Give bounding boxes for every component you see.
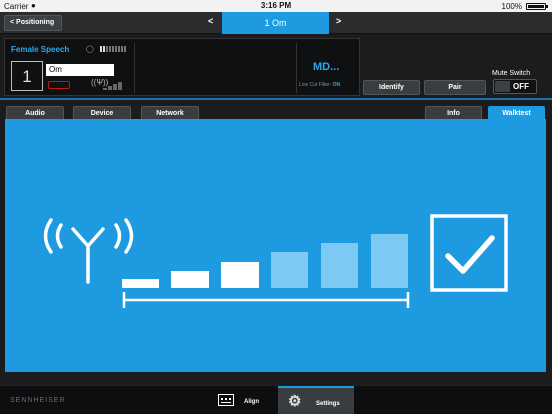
brand-logo: SENNHEISER [10,397,66,404]
status-bar: Carrier ● 3:16 PM 100% [0,0,552,12]
mic-battery-icon: ◯ [86,46,94,53]
mute-indicator [48,81,70,89]
top-navigation: < Positioning < 1 Om > [0,12,552,34]
signal-bar [321,243,358,288]
mute-switch-toggle[interactable]: OFF [493,79,537,94]
panel-divider [134,43,135,93]
device-name-field[interactable]: Om [46,64,114,76]
low-cut-value: ON [332,82,341,88]
low-cut-label: Low Cut Filter: [299,82,332,88]
mute-switch-label: Mute Switch [492,70,531,77]
channel-title: 1 Om [222,12,329,34]
rf-level-meter [103,81,122,90]
align-icon [218,394,234,406]
signal-bar [221,262,259,288]
tab-audio[interactable]: Audio [6,106,64,120]
back-button[interactable]: < Positioning [4,15,62,31]
walktest-graphic [43,214,508,308]
bottom-tab-settings[interactable]: ⚙ Settings [278,386,354,414]
gear-icon: ⚙ [288,393,302,410]
next-channel-button[interactable]: > [336,16,341,26]
toggle-knob [495,81,510,92]
tab-info[interactable]: Info [425,106,482,120]
tab-walktest[interactable]: Walktest [488,106,545,120]
tab-device[interactable]: Device [73,106,131,120]
device-name: Female Speech [11,45,70,54]
signal-strength-bars [122,234,408,288]
checkmark-icon [430,214,508,292]
identify-button[interactable]: Identify [363,80,420,95]
antenna-signal-icon [43,218,134,284]
pair-button[interactable]: Pair [424,80,486,95]
bottom-tab-align[interactable]: Align [210,386,270,414]
range-scale [122,292,410,308]
low-cut-filter-status: Low Cut Filter: ON [299,82,340,88]
tab-network[interactable]: Network [141,106,199,120]
bottom-tab-label: Settings [316,401,340,407]
bottom-tab-label: Align [244,399,259,405]
panel-divider [296,43,297,93]
signal-bar [371,234,408,288]
walktest-panel [5,119,546,372]
section-divider [0,98,552,100]
previous-channel-button[interactable]: < [208,16,213,26]
battery-percent: 100% [501,2,522,11]
signal-bar [171,271,209,288]
device-panel: Female Speech ◯ 1 Om ((Ψ)) MD... Low Cut… [4,38,360,96]
clock: 3:16 PM [260,1,292,10]
bottom-bar: SENNHEISER Align ⚙ Settings [0,385,552,414]
battery-bars [100,46,126,52]
mode-label: MD... [313,61,340,73]
signal-bar [271,252,308,288]
battery-indicator: ◯ [86,45,132,54]
battery-icon [526,3,548,10]
channel-number: 1 [11,61,43,91]
signal-bar [122,279,159,288]
mute-switch-value: OFF [513,82,529,91]
